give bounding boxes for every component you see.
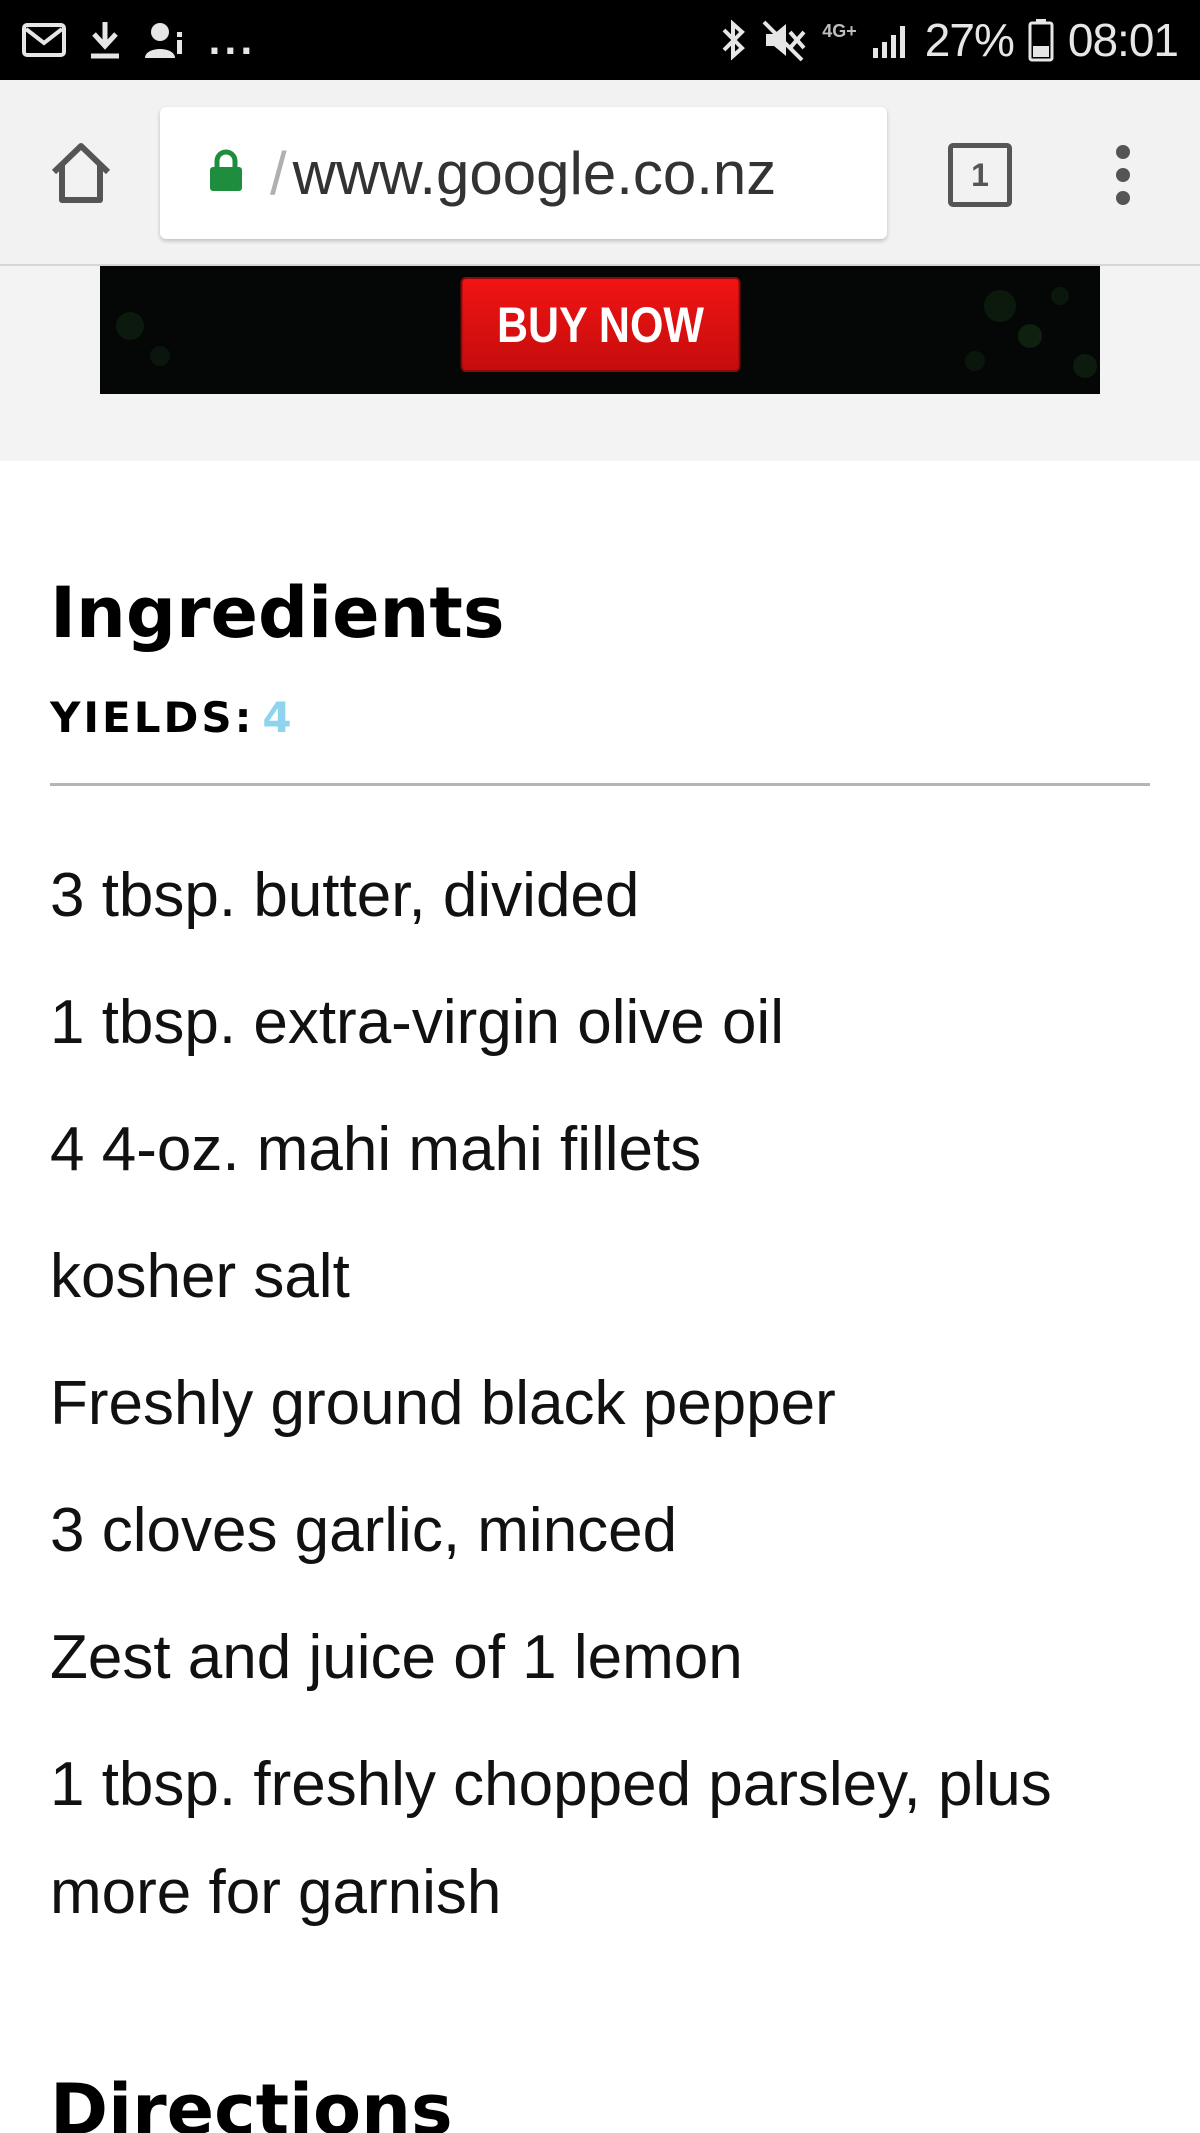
- directions-heading: Directions: [50, 2069, 453, 2133]
- ad-banner[interactable]: BUY NOW: [100, 266, 1100, 394]
- url-text: www.google.co.nz: [292, 139, 777, 207]
- more-notifications-indicator: ...: [208, 23, 256, 63]
- address-bar[interactable]: / www.google.co.nz: [160, 107, 887, 239]
- bluetooth-icon: [720, 18, 748, 62]
- mute-icon: [762, 18, 808, 62]
- battery-percentage: 27%: [924, 14, 1015, 66]
- notification-area: ...: [22, 0, 256, 80]
- ingredient-list: 3 tbsp. butter, divided 1 tbsp. extra-vi…: [50, 842, 1130, 1947]
- clock: 08:01: [1067, 14, 1179, 66]
- yields-line: YIELDS: 4: [50, 690, 295, 746]
- network-type: 4G+: [822, 21, 857, 41]
- buy-now-button[interactable]: BUY NOW: [460, 277, 741, 372]
- url-prefix: /: [270, 139, 287, 207]
- more-vert-icon: [1116, 145, 1130, 205]
- yields-value: 4: [262, 693, 295, 742]
- section-divider: [50, 783, 1150, 786]
- mail-icon: [22, 23, 66, 57]
- lock-icon: [208, 149, 244, 197]
- system-status-area: 4G+ 27% 08:01: [720, 0, 1179, 80]
- ingredient-item: Freshly ground black pepper: [50, 1369, 836, 1438]
- ingredient-item: 3 tbsp. butter, divided: [50, 861, 640, 930]
- ingredients-heading: Ingredients: [50, 572, 505, 654]
- signal-icon: [871, 20, 911, 60]
- status-bar: ... 4G+ 27% 08:01: [0, 0, 1200, 80]
- ingredient-item: 4 4-oz. mahi mahi fillets: [50, 1115, 702, 1184]
- ingredient-item: Zest and juice of 1 lemon: [50, 1623, 743, 1692]
- battery-icon: [1028, 18, 1054, 62]
- ingredient-item: 1 tbsp. freshly chopped parsley, plus mo…: [50, 1750, 1052, 1927]
- home-icon: [51, 143, 111, 203]
- ingredient-item: 1 tbsp. extra-virgin olive oil: [50, 988, 784, 1057]
- overflow-menu-button[interactable]: [1110, 140, 1136, 210]
- person-info-icon: [144, 20, 186, 60]
- download-icon: [88, 20, 122, 60]
- ad-container: BUY NOW: [0, 266, 1200, 461]
- browser-toolbar: / www.google.co.nz 1: [0, 80, 1200, 266]
- home-button[interactable]: [46, 138, 116, 208]
- yields-label: YIELDS:: [50, 693, 255, 742]
- tab-switcher-button[interactable]: 1: [948, 143, 1012, 207]
- ingredient-item: 3 cloves garlic, minced: [50, 1496, 678, 1565]
- ingredient-item: kosher salt: [50, 1242, 350, 1311]
